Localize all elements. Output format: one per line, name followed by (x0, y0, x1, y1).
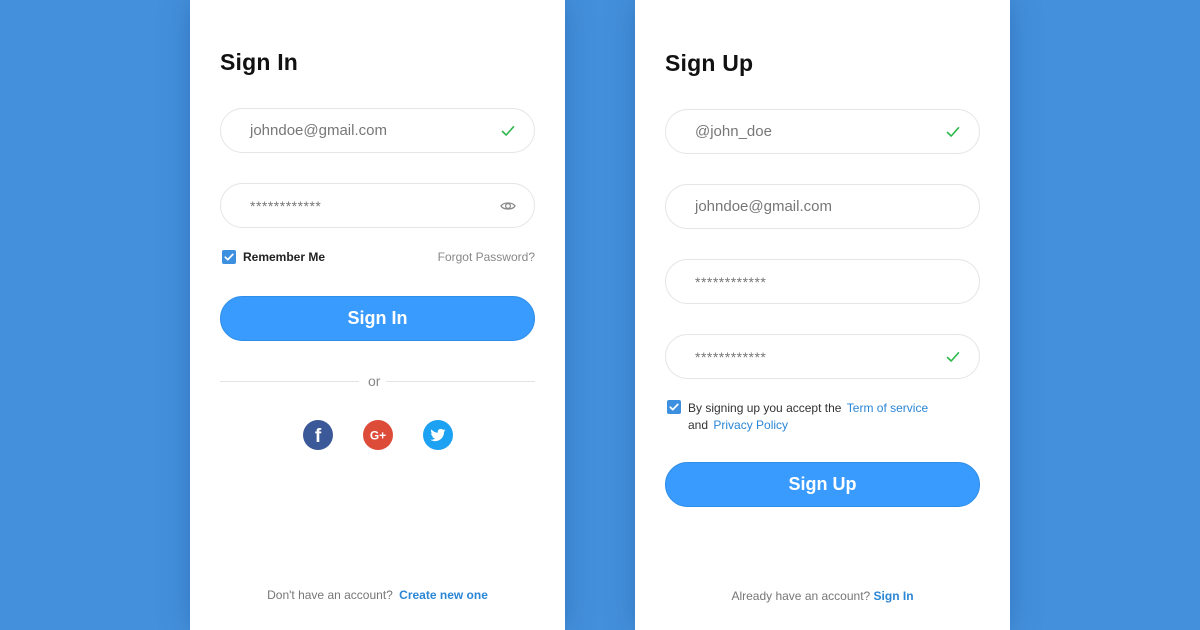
signup-username-field[interactable]: @john_doe (665, 109, 980, 154)
terms-text-part-1: By signing up you accept the (688, 401, 842, 415)
svg-text:f: f (315, 426, 322, 447)
signup-title: Sign Up (665, 50, 754, 76)
twitter-button[interactable] (423, 420, 453, 450)
checkmark-icon (224, 253, 234, 261)
divider-right (386, 381, 535, 382)
check-icon (946, 127, 960, 137)
check-icon (946, 352, 960, 362)
signup-username-value: @john_doe (695, 123, 772, 140)
terms-text: By signing up you accept the Term of ser… (688, 400, 968, 434)
signup-email-value: johndoe@gmail.com (695, 198, 832, 215)
signin-footer-text: Don't have an account? (267, 588, 393, 602)
signin-button[interactable]: Sign In (220, 296, 535, 341)
signin-card: Sign In johndoe@gmail.com ************ R… (190, 0, 565, 630)
divider-text: or (368, 373, 381, 389)
signup-confirm-password-value: ************ (695, 349, 767, 365)
signup-card: Sign Up @john_doe johndoe@gmail.com ****… (635, 0, 1010, 630)
google-plus-button[interactable]: G+ (363, 420, 393, 450)
signup-password-field[interactable]: ************ (665, 259, 980, 304)
term-of-service-link[interactable]: Term of service (847, 401, 928, 415)
terms-text-part-2: and (688, 418, 709, 432)
remember-me-checkbox[interactable] (222, 250, 236, 264)
check-icon (501, 126, 515, 136)
divider-left (220, 381, 359, 382)
signup-password-value: ************ (695, 274, 767, 290)
signin-password-field[interactable]: ************ (220, 183, 535, 228)
signin-email-field[interactable]: johndoe@gmail.com (220, 108, 535, 153)
signin-title: Sign In (220, 49, 299, 75)
forgot-password-link[interactable]: Forgot Password? (438, 250, 535, 264)
signup-confirm-password-field[interactable]: ************ (665, 334, 980, 379)
signup-footer: Already have an account? Sign In (635, 589, 1010, 603)
signin-footer: Don't have an account? Create new one (190, 588, 565, 602)
signin-email-value: johndoe@gmail.com (250, 122, 387, 139)
eye-icon[interactable] (500, 198, 516, 214)
facebook-button[interactable]: f (303, 420, 333, 450)
signup-footer-text: Already have an account? (731, 589, 871, 603)
svg-text:G+: G+ (370, 429, 386, 443)
facebook-icon: f (315, 426, 322, 447)
accept-terms-checkbox[interactable] (667, 400, 681, 414)
twitter-icon (430, 428, 446, 442)
privacy-policy-link[interactable]: Privacy Policy (713, 418, 788, 432)
google-plus-icon: G+ (370, 429, 386, 443)
signin-link[interactable]: Sign In (874, 589, 914, 603)
checkmark-icon (669, 403, 679, 411)
signin-password-value: ************ (250, 198, 322, 214)
remember-me-label[interactable]: Remember Me (243, 250, 325, 264)
create-account-link[interactable]: Create new one (399, 588, 488, 602)
signup-email-field[interactable]: johndoe@gmail.com (665, 184, 980, 229)
signup-button[interactable]: Sign Up (665, 462, 980, 507)
